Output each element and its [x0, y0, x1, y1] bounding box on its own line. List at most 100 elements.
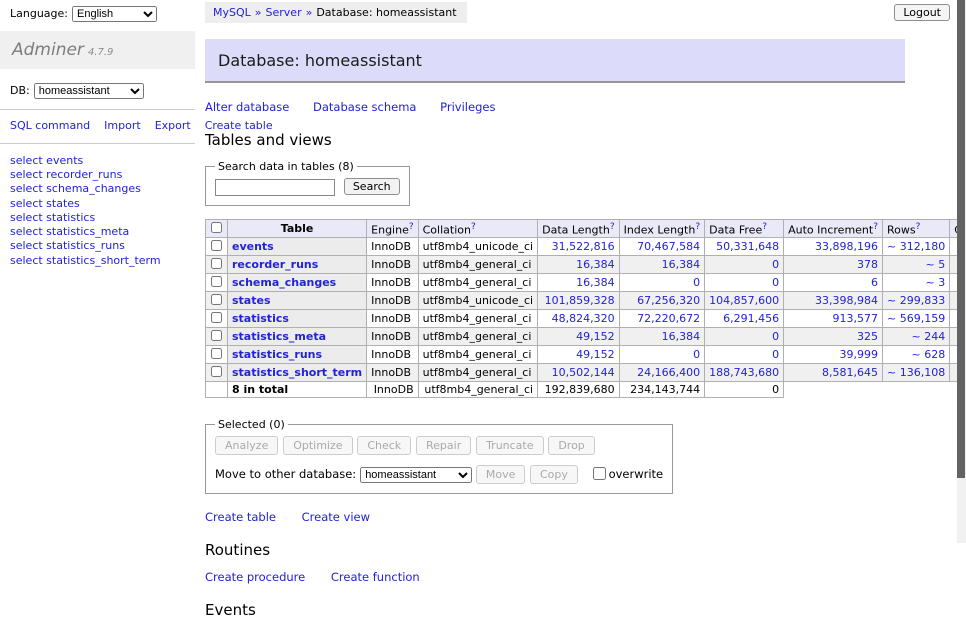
db-selector-row: DB:homeassistant	[0, 69, 195, 99]
repair-button[interactable]: Repair	[416, 436, 471, 455]
create-function-link[interactable]: Create function	[331, 570, 420, 584]
table-header-row: Table Engine? Collation? Data Length? In…	[206, 219, 966, 238]
table-row: recorder_runs InnoDB utf8mb4_general_ci …	[206, 256, 966, 274]
overwrite-option[interactable]: overwrite	[589, 467, 664, 481]
search-button[interactable]: Search	[344, 178, 400, 195]
table-name-link[interactable]: statistics	[232, 312, 289, 325]
selected-legend: Selected (0)	[215, 418, 288, 431]
search-fieldset: Search data in tables (8) Search	[205, 160, 410, 206]
table-row: statistics_short_term InnoDB utf8mb4_gen…	[206, 364, 966, 382]
breadcrumb-server-link[interactable]: Server	[266, 6, 302, 19]
create-procedure-link[interactable]: Create procedure	[205, 570, 305, 584]
breadcrumb-mysql-link[interactable]: MySQL	[213, 6, 251, 19]
sidebar-actions: SQL commandImportExportCreate table	[0, 119, 170, 133]
row-checkbox[interactable]	[211, 240, 222, 251]
database-schema-link[interactable]: Database schema	[313, 100, 416, 114]
rows-count-link[interactable]: ~ 312,180	[887, 240, 945, 253]
copy-button[interactable]: Copy	[530, 465, 578, 484]
column-help-link[interactable]: ?	[610, 222, 615, 232]
column-help-link[interactable]: ?	[695, 222, 700, 232]
breadcrumb-separator: »	[306, 6, 313, 19]
row-checkbox[interactable]	[211, 348, 222, 359]
table-row: events InnoDB utf8mb4_unicode_ci 31,522,…	[206, 238, 966, 256]
column-help-link[interactable]: ?	[471, 222, 476, 232]
optimize-button[interactable]: Optimize	[283, 436, 352, 455]
routine-links-row: Create procedure Create function	[205, 570, 905, 584]
row-checkbox[interactable]	[211, 366, 222, 377]
column-header-data-length: Data Length?	[538, 219, 619, 238]
tables-and-views-title: Tables and views	[205, 131, 905, 149]
table-name-link[interactable]: schema_changes	[232, 276, 336, 289]
sidebar-item-select-statistics-meta[interactable]: select statistics_meta	[10, 226, 195, 239]
row-checkbox[interactable]	[211, 276, 222, 287]
sidebar-link-export[interactable]: Export	[155, 119, 191, 132]
table-name-link[interactable]: states	[232, 294, 271, 307]
row-checkbox[interactable]	[211, 330, 222, 341]
sidebar-link-import[interactable]: Import	[104, 119, 141, 132]
db-select[interactable]: homeassistant	[34, 83, 144, 99]
sidebar-item-select-statistics-runs[interactable]: select statistics_runs	[10, 240, 195, 253]
routines-title: Routines	[205, 541, 905, 559]
language-label: Language:	[10, 7, 68, 20]
row-checkbox[interactable]	[211, 258, 222, 269]
table-name-link[interactable]: statistics_short_term	[232, 366, 362, 379]
truncate-button[interactable]: Truncate	[476, 436, 543, 455]
table-row: states InnoDB utf8mb4_unicode_ci 101,859…	[206, 292, 966, 310]
overwrite-label: overwrite	[609, 467, 664, 481]
sidebar-item-select-statistics[interactable]: select statistics	[10, 212, 195, 225]
table-name-link[interactable]: recorder_runs	[232, 258, 318, 271]
sidebar: Language: English Adminer4.7.9 DB:homeass…	[0, 0, 195, 269]
sidebar-item-select-events[interactable]: select events	[10, 155, 195, 168]
scrollbar-track[interactable]	[957, 0, 966, 543]
selected-fieldset: Selected (0) Analyze Optimize Check Repa…	[205, 418, 673, 494]
rows-count-link[interactable]: ~ 569,159	[887, 312, 945, 325]
column-header-rows: Rows?	[883, 219, 950, 238]
table-row: statistics_meta InnoDB utf8mb4_general_c…	[206, 328, 966, 346]
logout-button[interactable]: Logout	[894, 4, 950, 21]
move-button[interactable]: Move	[476, 465, 526, 484]
rows-count-link[interactable]: ~ 136,108	[887, 366, 945, 379]
sidebar-item-select-states[interactable]: select states	[10, 198, 195, 211]
table-total-row: 8 in total InnoDB utf8mb4_general_ci 192…	[206, 382, 966, 398]
sidebar-table-links: select events select recorder_runs selec…	[0, 155, 195, 268]
sidebar-item-select-recorder-runs[interactable]: select recorder_runs	[10, 169, 195, 182]
app-logo: Adminer4.7.9	[0, 31, 195, 69]
column-header-engine: Engine?	[367, 219, 418, 238]
check-button[interactable]: Check	[357, 436, 411, 455]
column-help-link[interactable]: ?	[762, 222, 767, 232]
database-action-links: Alter database Database schema Privilege…	[205, 100, 905, 114]
rows-count-link[interactable]: ~ 244	[911, 330, 945, 343]
rows-count-link[interactable]: ~ 5	[925, 258, 945, 271]
scrollbar-thumb[interactable]	[957, 0, 965, 478]
table-name-link[interactable]: statistics_meta	[232, 330, 326, 343]
divider	[0, 109, 195, 110]
overwrite-checkbox[interactable]	[593, 467, 606, 480]
drop-button[interactable]: Drop	[548, 436, 594, 455]
rows-count-link[interactable]: ~ 3	[925, 276, 945, 289]
table-name-link[interactable]: events	[232, 240, 274, 253]
move-database-select[interactable]: homeassistant	[360, 467, 472, 483]
row-checkbox[interactable]	[211, 294, 222, 305]
selected-buttons-row: Analyze Optimize Check Repair Truncate D…	[215, 436, 663, 455]
create-view-link[interactable]: Create view	[302, 510, 370, 524]
breadcrumb-current: Database: homeassistant	[316, 6, 456, 19]
table-name-link[interactable]: statistics_runs	[232, 348, 322, 361]
analyze-button[interactable]: Analyze	[215, 436, 278, 455]
column-help-link[interactable]: ?	[916, 222, 921, 232]
select-all-checkbox[interactable]	[211, 222, 222, 233]
language-row: Language: English	[0, 0, 195, 22]
rows-count-link[interactable]: ~ 628	[911, 348, 945, 361]
sidebar-item-select-schema-changes[interactable]: select schema_changes	[10, 183, 195, 196]
column-header-index-length: Index Length?	[619, 219, 705, 238]
row-checkbox[interactable]	[211, 312, 222, 323]
create-table-link[interactable]: Create table	[205, 510, 276, 524]
sidebar-item-select-statistics-short-term[interactable]: select statistics_short_term	[10, 255, 195, 268]
column-help-link[interactable]: ?	[409, 222, 414, 232]
column-help-link[interactable]: ?	[873, 222, 878, 232]
alter-database-link[interactable]: Alter database	[205, 100, 289, 114]
language-select[interactable]: English	[72, 6, 157, 22]
rows-count-link[interactable]: ~ 299,833	[887, 294, 945, 307]
sidebar-link-sql-command[interactable]: SQL command	[10, 119, 90, 132]
search-input[interactable]	[215, 179, 335, 196]
privileges-link[interactable]: Privileges	[440, 100, 495, 114]
